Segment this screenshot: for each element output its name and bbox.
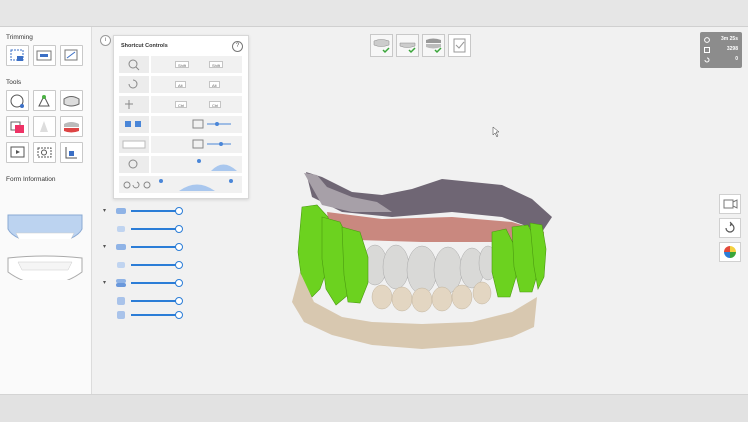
trim-free-icon[interactable] (60, 45, 83, 66)
bite-icon[interactable] (60, 116, 83, 137)
brush-icon[interactable] (33, 90, 56, 111)
reset-view-button[interactable] (719, 218, 741, 238)
alt-key: Alt (175, 81, 186, 88)
shortcut-row-combined (119, 176, 242, 193)
slider-knob[interactable] (175, 225, 183, 233)
timer-icon (704, 37, 710, 43)
shortcut-row-zoom: Shift Shift (119, 56, 242, 73)
align-icon[interactable] (33, 116, 56, 137)
scan-other: 0 (735, 56, 738, 62)
upper-sub-layer-icon (117, 226, 125, 232)
confirm-stage-button[interactable] (448, 34, 471, 57)
collapse-icon[interactable]: ▾ (103, 279, 106, 286)
left-sidebar: Trimming Tools Form Information (0, 27, 92, 394)
scan-info-panel: 3m 25s 3298 0 (700, 32, 742, 68)
jaw-icon[interactable] (60, 90, 83, 111)
layer-slider-lower-sub[interactable] (103, 260, 183, 270)
layer-slider-bite[interactable]: ▾ (103, 278, 183, 288)
form-information-title: Form Information (6, 176, 56, 183)
alt-key: Alt (209, 81, 220, 88)
collapse-icon[interactable]: ▾ (103, 243, 106, 250)
measure-icon[interactable] (60, 142, 83, 163)
lower-sub-layer-icon (117, 262, 125, 268)
screenshot-button[interactable] (719, 194, 741, 214)
trim-box-icon[interactable] (6, 45, 29, 66)
status-bar (0, 394, 748, 422)
tools-section-title: Tools (6, 79, 22, 86)
rescan-icon (704, 57, 710, 63)
shortcut-row-select (119, 156, 242, 173)
shortcut-row-slider (119, 136, 242, 153)
help-icon[interactable]: ? (232, 41, 243, 52)
upper-form-thumbnail[interactable] (6, 211, 84, 239)
slider-knob[interactable] (175, 311, 183, 319)
shortcut-controls-title: Shortcut Controls (121, 43, 168, 49)
layer-slider-upper[interactable]: ▾ (103, 206, 183, 216)
camera-icon[interactable] (33, 142, 56, 163)
sphere-icon[interactable] (6, 90, 29, 111)
shift-key: Shift (175, 61, 190, 68)
scan-count: 3298 (726, 46, 738, 52)
slider-knob[interactable] (175, 261, 183, 269)
upper-layer-icon (116, 208, 126, 214)
info-icon[interactable]: i (100, 35, 111, 46)
layer-slider-upper-sub[interactable] (103, 224, 183, 234)
frames-icon (704, 47, 710, 53)
layer-slider-bite-sub-1[interactable] (103, 296, 183, 306)
layer-slider-bite-sub-2[interactable] (103, 310, 183, 320)
layer-slider-lower[interactable]: ▾ (103, 242, 183, 252)
title-bar (0, 0, 748, 27)
collapse-icon[interactable]: ▾ (103, 207, 106, 214)
play-icon[interactable] (6, 142, 29, 163)
upper-jaw-stage-button[interactable] (370, 34, 393, 57)
bite-sub-layer-icon (117, 311, 125, 319)
bite-sub-layer-icon (117, 297, 125, 305)
color-map-button[interactable] (719, 242, 741, 262)
slider-knob[interactable] (175, 243, 183, 251)
overlay-icon[interactable] (6, 116, 29, 137)
ctrl-key: Ctrl (209, 101, 222, 108)
bite-layer-icon (116, 279, 126, 287)
scan-time: 3m 25s (721, 36, 738, 42)
ctrl-key: Ctrl (175, 101, 188, 108)
bite-stage-button[interactable] (422, 34, 445, 57)
slider-knob[interactable] (175, 297, 183, 305)
lower-form-thumbnail[interactable] (6, 252, 84, 280)
shift-key: Shift (209, 61, 224, 68)
trimming-section-title: Trimming (6, 34, 33, 41)
lower-layer-icon (116, 244, 126, 250)
shortcut-controls-panel: Shortcut Controls ? Shift Shift Alt Alt … (113, 35, 249, 199)
shortcut-row-rotate: Alt Alt (119, 76, 242, 93)
trim-region-icon[interactable] (33, 45, 56, 66)
slider-knob[interactable] (175, 279, 183, 287)
slider-knob[interactable] (175, 207, 183, 215)
shortcut-row-pan: Ctrl Ctrl (119, 96, 242, 113)
lower-jaw-stage-button[interactable] (396, 34, 419, 57)
shortcut-row-playback (119, 116, 242, 133)
